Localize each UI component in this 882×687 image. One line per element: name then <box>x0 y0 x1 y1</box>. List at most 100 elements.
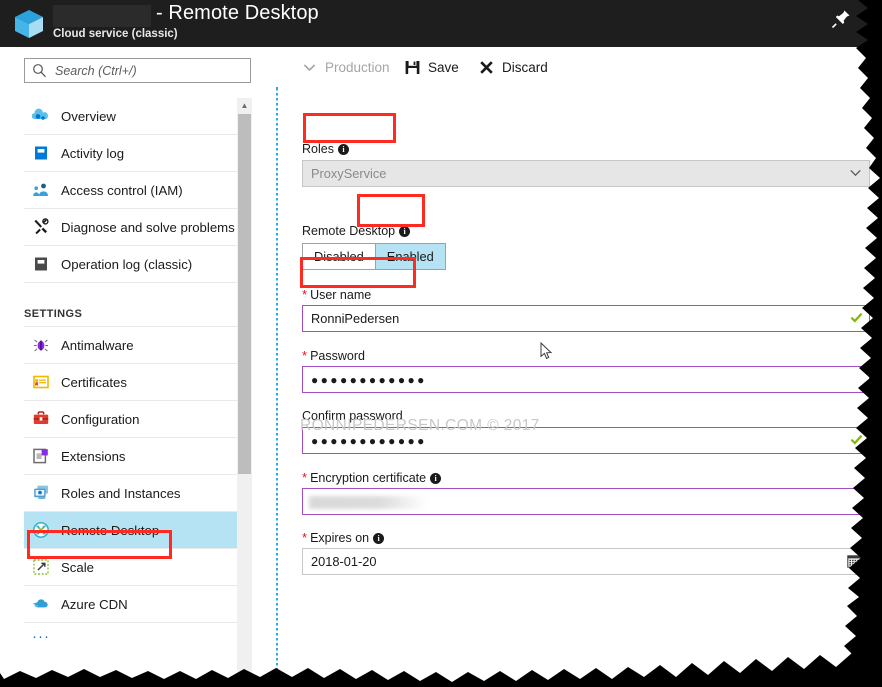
sidebar-item-label: Diagnose and solve problems <box>61 219 235 235</box>
required-asterisk: * <box>302 530 308 545</box>
remote-desktop-toggle[interactable]: Disabled Enabled <box>302 243 446 270</box>
sidebar-item-roles-and-instances[interactable]: Roles and Instances <box>24 475 237 512</box>
expires-on-label-text: Expires on <box>310 531 370 545</box>
sidebar-item-label: Scale <box>61 559 94 575</box>
password-input[interactable]: ●●●●●●●●●●●● <box>302 366 870 393</box>
toggle-option-disabled[interactable]: Disabled <box>302 243 376 270</box>
required-asterisk: * <box>302 348 308 363</box>
sidebar-item-activity-log[interactable]: Activity log <box>24 135 237 172</box>
remote-desktop-toggle-label: Remote Desktop i <box>302 224 411 238</box>
scroll-up-icon[interactable]: ▲ <box>237 98 252 113</box>
title-bar: - Remote Desktop Cloud service (classic) <box>0 0 882 47</box>
operation-log-icon <box>35 257 47 271</box>
search-box[interactable] <box>24 58 251 83</box>
save-label: Save <box>428 59 459 75</box>
confirm-password-value: ●●●●●●●●●●●● <box>311 433 427 448</box>
close-x-icon <box>480 60 493 74</box>
diagnose-icon <box>34 218 49 235</box>
required-asterisk: * <box>302 470 308 485</box>
sidebar-scrollbar[interactable]: ▲ ▼ <box>237 98 252 682</box>
sidebar-item-label: Certificates <box>61 374 127 390</box>
info-icon[interactable]: i <box>373 533 385 544</box>
configuration-icon <box>33 411 49 424</box>
encryption-certificate-input[interactable] <box>302 488 870 515</box>
sidebar-item-access-control[interactable]: Access control (IAM) <box>24 172 237 209</box>
sidebar-item-diagnose[interactable]: Diagnose and solve problems <box>24 209 237 246</box>
sidebar-nav: Overview Activity log Access control (IA… <box>24 98 237 682</box>
sidebar-item-label: Configuration <box>61 411 140 427</box>
sidebar-item-label: Antimalware <box>61 337 134 353</box>
sidebar-section-label: SETTINGS <box>24 308 83 320</box>
expires-on-label: * Expires on i <box>302 530 385 545</box>
search-icon <box>33 64 46 78</box>
password-value: ●●●●●●●●●●●● <box>311 372 427 387</box>
calendar-icon[interactable] <box>847 554 861 568</box>
username-label-text: User name <box>310 288 372 302</box>
sidebar-item-azure-cdn[interactable]: Azure CDN <box>24 586 237 623</box>
chevron-down-icon <box>850 169 861 177</box>
redacted-certificate-value <box>309 496 427 509</box>
sidebar-item-antimalware[interactable]: Antimalware <box>24 327 237 364</box>
confirm-password-label: Confirm password <box>302 409 403 423</box>
pin-icon[interactable] <box>830 8 852 30</box>
chevron-down-icon <box>303 63 316 71</box>
overview-icon <box>32 108 48 120</box>
roles-value: ProxyService <box>311 166 387 181</box>
activity-log-icon <box>35 146 47 160</box>
discard-button[interactable]: Discard <box>478 55 548 79</box>
info-icon[interactable]: i <box>430 473 442 484</box>
password-label-text: Password <box>310 349 365 363</box>
sidebar-item-extensions[interactable]: Extensions <box>24 438 237 475</box>
extensions-icon <box>33 448 48 464</box>
mouse-cursor <box>540 342 553 360</box>
sidebar-item-configuration[interactable]: Configuration <box>24 401 237 438</box>
scale-icon <box>33 559 49 575</box>
sidebar-more-items[interactable]: ··· <box>24 623 237 649</box>
sidebar-item-label: Overview <box>61 108 116 124</box>
confirm-password-input[interactable]: ●●●●●●●●●●●● <box>302 427 870 454</box>
roles-instances-icon <box>34 485 48 499</box>
sidebar-item-certificates[interactable]: Certificates <box>24 364 237 401</box>
sidebar-item-scale[interactable]: Scale <box>24 549 237 586</box>
sidebar-item-label: Activity log <box>61 145 125 161</box>
username-label: * User name <box>302 287 371 302</box>
certificates-icon <box>33 375 49 389</box>
remote-desktop-label-text: Remote Desktop <box>302 224 396 238</box>
scroll-down-icon[interactable]: ▼ <box>237 667 252 682</box>
roles-label: Roles i <box>302 142 349 156</box>
sidebar-section-settings: SETTINGS <box>24 283 237 327</box>
access-control-icon <box>33 183 48 196</box>
sidebar-item-overview[interactable]: Overview <box>24 98 237 135</box>
sidebar-item-operation-log[interactable]: Operation log (classic) <box>24 246 237 283</box>
discard-label: Discard <box>502 59 548 75</box>
password-label: * Password <box>302 348 365 363</box>
scrollbar-thumb[interactable] <box>238 114 251 474</box>
roles-dropdown[interactable]: ProxyService <box>302 160 870 187</box>
redacted-resource-name <box>53 5 151 27</box>
expires-on-input[interactable]: 2018-01-20 <box>302 548 870 575</box>
more-dots-label: ··· <box>32 627 50 645</box>
search-input[interactable] <box>53 59 248 82</box>
encryption-certificate-label-text: Encryption certificate <box>310 471 427 485</box>
blade-toolbar: Production Save Discard <box>278 47 882 87</box>
azure-cdn-icon <box>33 599 48 608</box>
username-value: RonniPedersen <box>311 311 400 326</box>
sidebar-item-remote-desktop[interactable]: Remote Desktop <box>24 512 237 549</box>
green-check-icon <box>850 434 863 445</box>
green-check-icon <box>850 312 863 323</box>
page-title: - Remote Desktop <box>156 2 319 24</box>
remote-desktop-icon <box>33 522 49 538</box>
save-button[interactable]: Save <box>404 55 459 79</box>
info-icon[interactable]: i <box>399 226 411 237</box>
cloud-service-cube-icon <box>15 10 43 38</box>
required-asterisk: * <box>302 287 308 302</box>
encryption-certificate-label: * Encryption certificate i <box>302 470 442 485</box>
resource-type-subtitle: Cloud service (classic) <box>53 28 178 40</box>
production-slot-selector[interactable]: Production <box>301 55 390 79</box>
sidebar-item-label: Remote Desktop <box>61 522 160 538</box>
username-input[interactable]: RonniPedersen <box>302 305 870 332</box>
toggle-option-enabled[interactable]: Enabled <box>375 243 446 270</box>
info-icon[interactable]: i <box>337 144 349 155</box>
roles-label-text: Roles <box>302 142 334 156</box>
remote-desktop-blade: Production Save Discard Roles i ProxySer… <box>278 47 882 687</box>
